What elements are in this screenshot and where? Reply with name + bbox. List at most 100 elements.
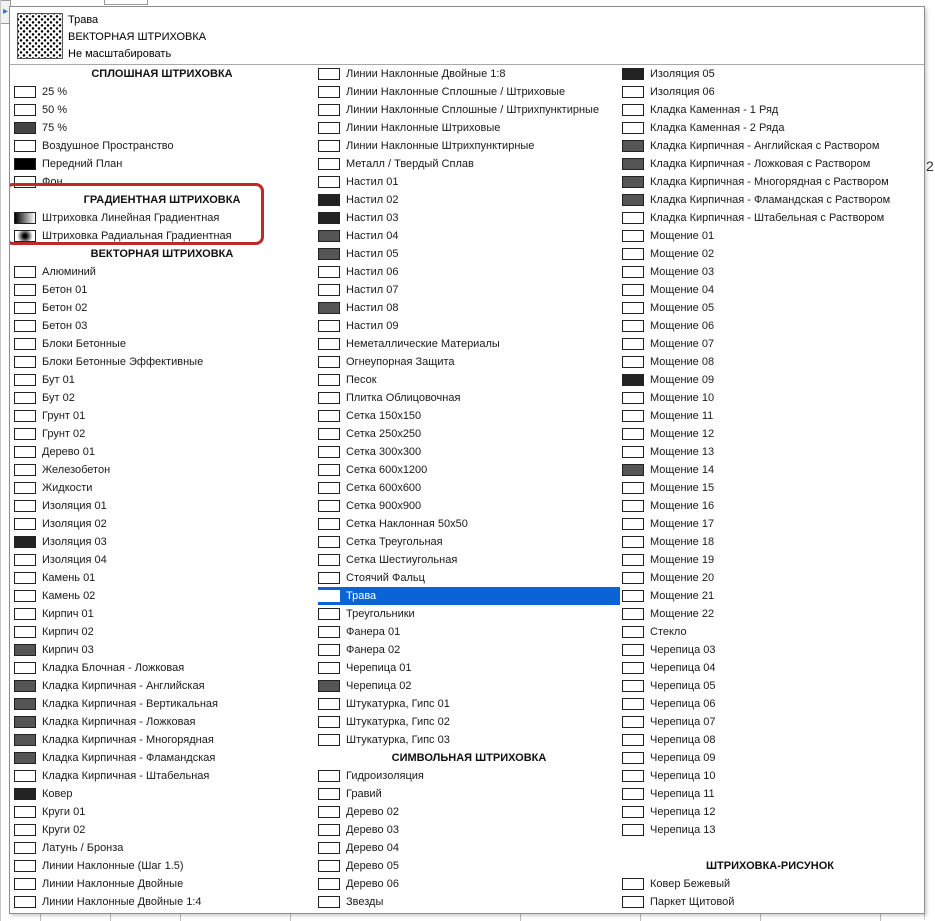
pattern-item[interactable]: Линии Наклонные Двойные 1:4: [14, 893, 310, 911]
pattern-item[interactable]: Кладка Каменная - 2 Ряда: [622, 119, 918, 137]
pattern-item[interactable]: Камень 01: [14, 569, 310, 587]
pattern-item[interactable]: Плитка Облицовочная: [318, 389, 620, 407]
pattern-item[interactable]: Мощение 01: [622, 227, 918, 245]
pattern-item[interactable]: Камень 02: [14, 587, 310, 605]
pattern-item[interactable]: Стоячий Фальц: [318, 569, 620, 587]
pattern-item[interactable]: Блоки Бетонные Эффективные: [14, 353, 310, 371]
pattern-item[interactable]: Дерево 03: [318, 821, 620, 839]
pattern-item[interactable]: Линии Наклонные (Шаг 1.5): [14, 857, 310, 875]
pattern-item[interactable]: Сетка 300x300: [318, 443, 620, 461]
pattern-item[interactable]: Настил 05: [318, 245, 620, 263]
pattern-item[interactable]: Неметаллические Материалы: [318, 335, 620, 353]
pattern-item[interactable]: Линии Наклонные Двойные 1:8: [318, 65, 620, 83]
pattern-item[interactable]: Кладка Кирпичная - Вертикальная: [14, 695, 310, 713]
pattern-item[interactable]: Настил 04: [318, 227, 620, 245]
pattern-item[interactable]: Линии Наклонные Сплошные / Штрихпунктирн…: [318, 101, 620, 119]
pattern-item[interactable]: Мощение 02: [622, 245, 918, 263]
pattern-item[interactable]: Черепица 12: [622, 803, 918, 821]
pattern-item[interactable]: Настил 06: [318, 263, 620, 281]
pattern-item[interactable]: 75 %: [14, 119, 310, 137]
pattern-item[interactable]: Ковер Бежевый: [622, 875, 918, 893]
pattern-item[interactable]: Бут 02: [14, 389, 310, 407]
pattern-item[interactable]: Мощение 10: [622, 389, 918, 407]
pattern-item[interactable]: Мощение 05: [622, 299, 918, 317]
pattern-item[interactable]: Передний План: [14, 155, 310, 173]
pattern-item[interactable]: Бетон 02: [14, 299, 310, 317]
pattern-item[interactable]: Сетка 900x900: [318, 497, 620, 515]
pattern-item[interactable]: Воздушное Пространство: [14, 137, 310, 155]
pattern-item[interactable]: Мощение 17: [622, 515, 918, 533]
pattern-item[interactable]: Линии Наклонные Штрихпунктирные: [318, 137, 620, 155]
pattern-item[interactable]: Сетка Треугольная: [318, 533, 620, 551]
pattern-item[interactable]: Черепица 10: [622, 767, 918, 785]
pattern-item[interactable]: Черепица 05: [622, 677, 918, 695]
pattern-item[interactable]: Настил 07: [318, 281, 620, 299]
pattern-item[interactable]: Штукатурка, Гипс 03: [318, 731, 620, 749]
pattern-item[interactable]: Изоляция 04: [14, 551, 310, 569]
pattern-item[interactable]: Фанера 01: [318, 623, 620, 641]
pattern-item[interactable]: Настил 02: [318, 191, 620, 209]
pattern-item[interactable]: Стекло: [622, 623, 918, 641]
pattern-item[interactable]: Фанера 02: [318, 641, 620, 659]
pattern-item[interactable]: Кладка Кирпичная - Штабельная с Растворо…: [622, 209, 918, 227]
pattern-item[interactable]: Бетон 01: [14, 281, 310, 299]
pattern-item[interactable]: Гравий: [318, 785, 620, 803]
pattern-item[interactable]: Дерево 05: [318, 857, 620, 875]
pattern-item[interactable]: Дерево 02: [318, 803, 620, 821]
pattern-item[interactable]: Мощение 06: [622, 317, 918, 335]
pattern-item[interactable]: Черепица 01: [318, 659, 620, 677]
pattern-item[interactable]: Мощение 07: [622, 335, 918, 353]
pattern-item[interactable]: Бут 01: [14, 371, 310, 389]
pattern-item[interactable]: Мощение 22: [622, 605, 918, 623]
pattern-item[interactable]: Сетка 150x150: [318, 407, 620, 425]
pattern-item[interactable]: Сетка 600x600: [318, 479, 620, 497]
pattern-item-selected[interactable]: Трава: [318, 587, 620, 605]
pattern-item[interactable]: Черепица 04: [622, 659, 918, 677]
pattern-item[interactable]: Изоляция 06: [622, 83, 918, 101]
pattern-item[interactable]: Мощение 11: [622, 407, 918, 425]
pattern-item[interactable]: Кладка Кирпичная - Многорядная с Раствор…: [622, 173, 918, 191]
pattern-item[interactable]: Кладка Кирпичная - Английская: [14, 677, 310, 695]
pattern-item[interactable]: Штукатурка, Гипс 01: [318, 695, 620, 713]
pattern-item[interactable]: Мощение 12: [622, 425, 918, 443]
pattern-item[interactable]: Фон: [14, 173, 310, 191]
pattern-item[interactable]: Дерево 06: [318, 875, 620, 893]
pattern-item[interactable]: Кирпич 01: [14, 605, 310, 623]
pattern-item[interactable]: Железобетон: [14, 461, 310, 479]
pattern-item[interactable]: Настил 09: [318, 317, 620, 335]
pattern-item[interactable]: Кладка Блочная - Ложковая: [14, 659, 310, 677]
pattern-item[interactable]: Кирпич 03: [14, 641, 310, 659]
pattern-item[interactable]: Штукатурка, Гипс 02: [318, 713, 620, 731]
pattern-item[interactable]: Кладка Кирпичная - Многорядная: [14, 731, 310, 749]
pattern-item[interactable]: Алюминий: [14, 263, 310, 281]
pattern-item[interactable]: Черепица 13: [622, 821, 918, 839]
pattern-item[interactable]: Бетон 03: [14, 317, 310, 335]
pattern-item[interactable]: Сетка Наклонная 50x50: [318, 515, 620, 533]
pattern-item[interactable]: Сетка 600x1200: [318, 461, 620, 479]
pattern-item[interactable]: Звезды: [318, 893, 620, 911]
pattern-item[interactable]: Черепица 11: [622, 785, 918, 803]
pattern-item[interactable]: Изоляция 03: [14, 533, 310, 551]
pattern-item[interactable]: Грунт 01: [14, 407, 310, 425]
pattern-item[interactable]: Кладка Кирпичная - Ложковая: [14, 713, 310, 731]
pattern-item[interactable]: Мощение 15: [622, 479, 918, 497]
pattern-item[interactable]: Блоки Бетонные: [14, 335, 310, 353]
pattern-item[interactable]: Мощение 19: [622, 551, 918, 569]
pattern-item[interactable]: Латунь / Бронза: [14, 839, 310, 857]
pattern-item[interactable]: Дерево 01: [14, 443, 310, 461]
pattern-item[interactable]: Мощение 04: [622, 281, 918, 299]
pattern-item[interactable]: Мощение 13: [622, 443, 918, 461]
pattern-item[interactable]: Кирпич 02: [14, 623, 310, 641]
pattern-item[interactable]: Штриховка Линейная Градиентная: [14, 209, 310, 227]
pattern-item[interactable]: Кладка Кирпичная - Ложковая с Раствором: [622, 155, 918, 173]
pattern-item[interactable]: Сетка 250x250: [318, 425, 620, 443]
pattern-item[interactable]: Мощение 08: [622, 353, 918, 371]
pattern-item[interactable]: Черепица 09: [622, 749, 918, 767]
pattern-item[interactable]: Паркет Щитовой: [622, 893, 918, 911]
pattern-item[interactable]: Черепица 03: [622, 641, 918, 659]
pattern-item[interactable]: Линии Наклонные Сплошные / Штриховые: [318, 83, 620, 101]
pattern-item[interactable]: Мощение 18: [622, 533, 918, 551]
pattern-item[interactable]: Изоляция 01: [14, 497, 310, 515]
pattern-item[interactable]: Настил 01: [318, 173, 620, 191]
pattern-item[interactable]: Песок: [318, 371, 620, 389]
